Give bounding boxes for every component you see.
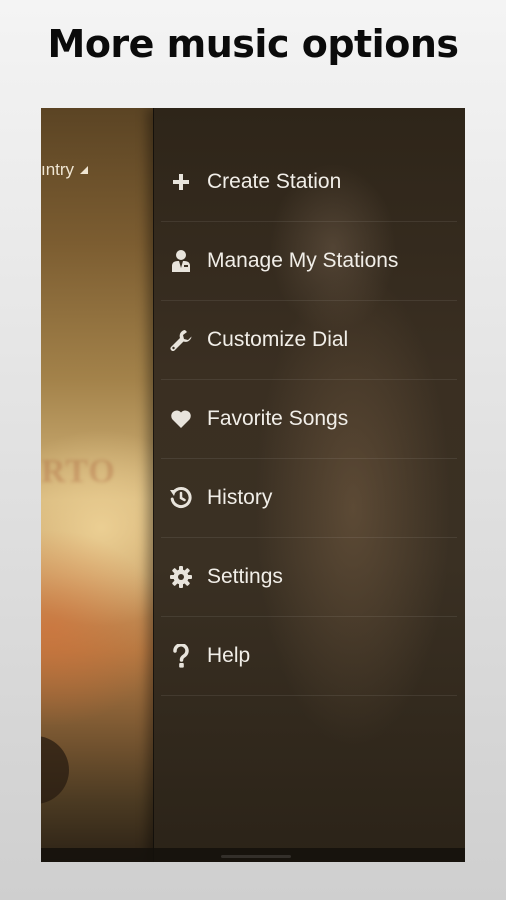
player-panel[interactable]: ıntry RTO: [41, 108, 153, 862]
menu-item-customize-dial[interactable]: Customize Dial: [161, 301, 457, 380]
menu-item-favorite-songs[interactable]: Favorite Songs: [161, 380, 457, 459]
menu-item-label: Customize Dial: [207, 328, 349, 351]
bottom-strip: [41, 848, 465, 862]
gear-icon: [161, 565, 201, 589]
scroll-indicator: [221, 855, 291, 858]
question-icon: [161, 644, 201, 668]
person-icon: [161, 249, 201, 273]
history-icon: [161, 486, 201, 510]
genre-label: ıntry: [41, 160, 75, 179]
menu-item-label: Settings: [207, 565, 283, 588]
drawer-menu: Create Station Manage My Stations Custom…: [161, 143, 457, 696]
menu-item-settings[interactable]: Settings: [161, 538, 457, 617]
menu-item-manage-stations[interactable]: Manage My Stations: [161, 222, 457, 301]
play-button[interactable]: [41, 736, 69, 804]
album-art-text: RTO: [41, 453, 116, 490]
menu-item-label: Manage My Stations: [207, 249, 399, 272]
genre-selector[interactable]: ıntry: [41, 160, 89, 180]
menu-item-help[interactable]: Help: [161, 617, 457, 696]
drawer-divider: [153, 108, 154, 862]
menu-item-label: History: [207, 486, 273, 509]
dropdown-caret-icon: [80, 166, 89, 174]
navigation-drawer: Create Station Manage My Stations Custom…: [153, 108, 465, 862]
plus-icon: [161, 172, 201, 192]
menu-item-label: Favorite Songs: [207, 407, 349, 430]
heart-icon: [161, 409, 201, 429]
menu-item-label: Create Station: [207, 170, 342, 193]
menu-item-label: Help: [207, 644, 251, 667]
phone-screen: ıntry RTO Create Station Manage My Stati…: [41, 108, 465, 862]
page-headline: More music options: [47, 22, 460, 66]
wrench-icon: [161, 329, 201, 351]
menu-item-history[interactable]: History: [161, 459, 457, 538]
menu-item-create-station[interactable]: Create Station: [161, 143, 457, 222]
